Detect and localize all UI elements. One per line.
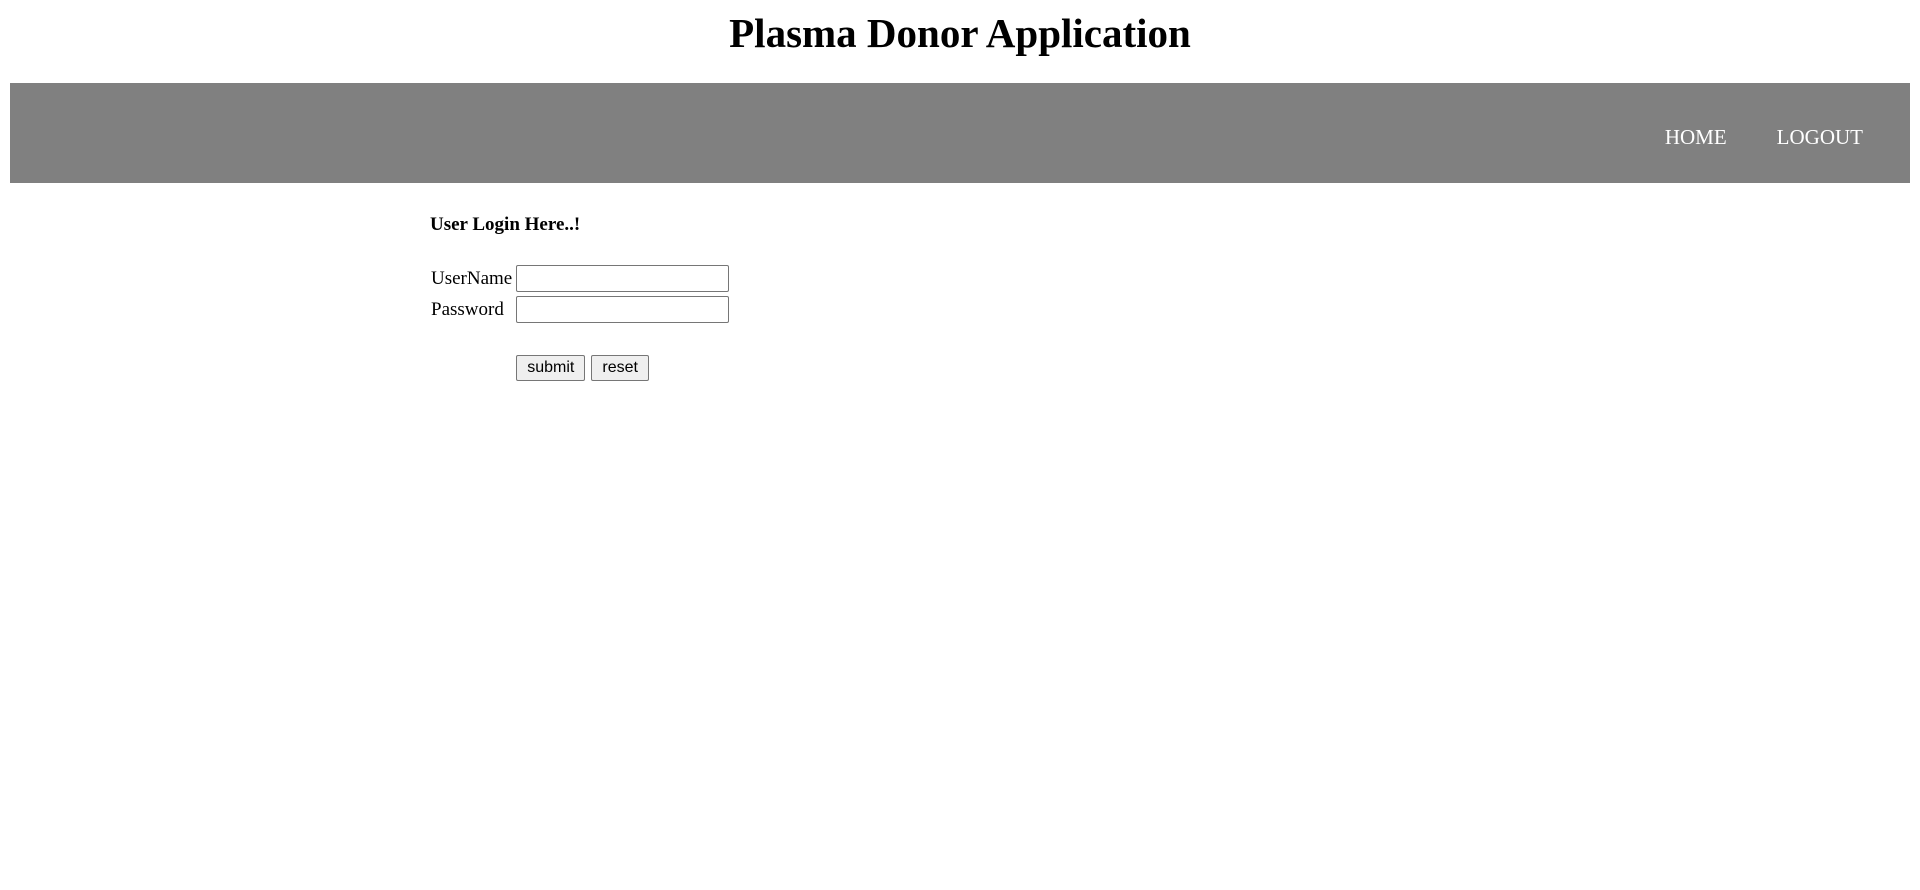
login-heading: User Login Here..! <box>430 214 581 235</box>
password-label: Password <box>431 298 504 320</box>
username-label: UserName <box>431 267 513 289</box>
login-panel: User Login Here..! UserName Password sub… <box>430 212 732 384</box>
nav-logout-link[interactable]: LOGOUT <box>1777 117 1863 149</box>
username-cell <box>515 264 730 293</box>
login-table: UserName Password submit reset <box>428 262 732 384</box>
buttons-empty-cell <box>430 354 513 382</box>
password-input[interactable] <box>516 296 730 323</box>
spacer-cell <box>430 326 513 352</box>
app-header: Plasma Donor Application <box>0 0 1920 83</box>
buttons-cell: submit reset <box>515 354 730 382</box>
nav-bar: HOME LOGOUT <box>10 83 1910 183</box>
nav-links: HOME LOGOUT <box>1665 83 1863 183</box>
spacer-row <box>430 326 730 352</box>
login-form: UserName Password submit reset <box>430 262 732 384</box>
password-row: Password <box>430 295 730 324</box>
username-row: UserName <box>430 264 730 293</box>
spacer-cell <box>515 326 730 352</box>
username-input[interactable] <box>516 265 730 292</box>
buttons-row: submit reset <box>430 354 730 382</box>
password-cell <box>515 295 730 324</box>
page-title: Plasma Donor Application <box>729 10 1191 56</box>
submit-button[interactable]: submit <box>516 355 586 381</box>
reset-button[interactable]: reset <box>591 355 649 381</box>
nav-home-link[interactable]: HOME <box>1665 117 1727 149</box>
